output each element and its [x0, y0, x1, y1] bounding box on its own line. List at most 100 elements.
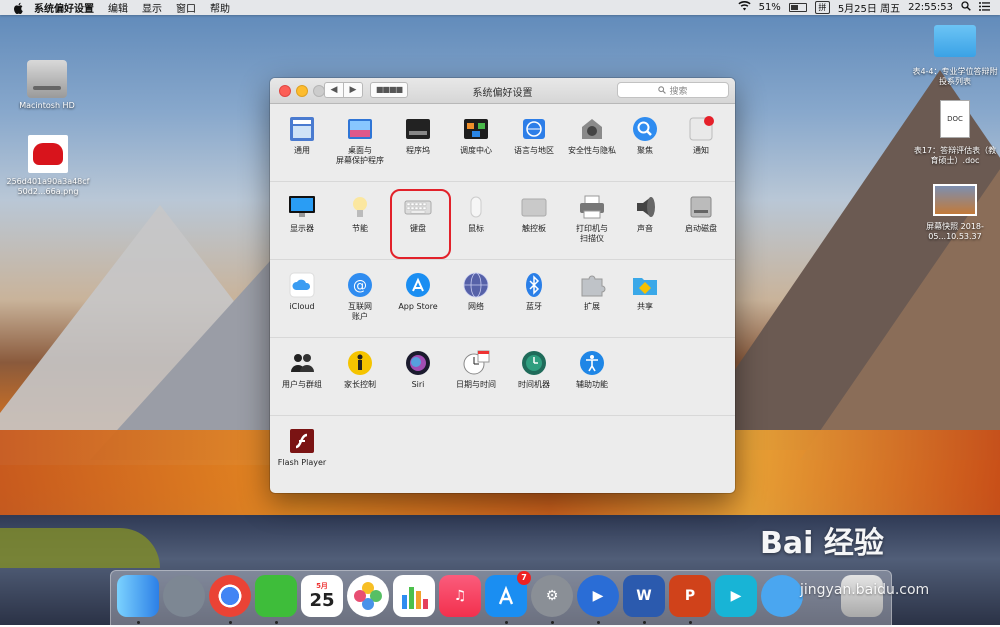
sharing-icon	[631, 271, 659, 299]
dock-finder-icon[interactable]	[117, 575, 159, 617]
pref-flash-player[interactable]: Flash Player	[273, 427, 331, 468]
dock-music-icon[interactable]: ♫	[439, 575, 481, 617]
prefs-row-system: 用户与群组 家长控制 Siri 日期与时间 时间机器 辅助功能	[270, 338, 735, 416]
pref-label: 时间机器	[518, 380, 550, 389]
menu-window[interactable]: 窗口	[176, 0, 196, 15]
pref-accessibility[interactable]: 辅助功能	[563, 349, 621, 390]
pref-app-store[interactable]: App Store	[389, 271, 447, 312]
desktop-item-png-file[interactable]: 256d401a90a3a48cf50d2...66a.png	[5, 135, 91, 197]
pref-network[interactable]: 网络	[447, 271, 505, 312]
pref-startup-disk[interactable]: 启动磁盘	[672, 193, 730, 234]
dock-launchpad-icon[interactable]	[163, 575, 205, 617]
dock-app-store-icon[interactable]: 7	[485, 571, 531, 617]
dock-icon	[404, 115, 432, 143]
pref-label: 通知	[693, 146, 709, 155]
pref-siri[interactable]: Siri	[389, 349, 447, 390]
pref-time-machine[interactable]: 时间机器	[505, 349, 563, 390]
siri-icon	[404, 349, 432, 377]
prefs-row-hardware: 显示器 节能 键盘 鼠标 触控板 打印机与 扫描仪 声音 启动磁盘	[270, 182, 735, 260]
pref-bluetooth[interactable]: 蓝牙	[505, 271, 563, 312]
pref-desktop-screensaver[interactable]: 桌面与 屏幕保护程序	[331, 115, 389, 166]
input-method-icon[interactable]: 拼	[814, 1, 830, 14]
general-icon	[288, 115, 316, 143]
pref-label: Flash Player	[277, 458, 327, 467]
doc-file-icon: DOC	[940, 100, 970, 138]
dock-wechat-icon[interactable]	[255, 575, 297, 617]
pref-internet-accounts[interactable]: @ 互联网 账户	[331, 271, 389, 322]
pref-extensions[interactable]: 扩展	[563, 271, 621, 312]
pref-printers-scanners[interactable]: 打印机与 扫描仪	[563, 193, 621, 244]
mission-control-icon	[462, 115, 490, 143]
pref-icloud[interactable]: iCloud	[273, 271, 331, 312]
pref-trackpad[interactable]: 触控板	[505, 193, 563, 234]
dock-media-icon[interactable]: ▶	[715, 575, 757, 617]
pref-security-privacy[interactable]: 安全性与隐私	[563, 115, 621, 156]
startup-disk-icon	[687, 193, 715, 221]
dock-browser-icon[interactable]	[761, 575, 803, 617]
pref-mission-control[interactable]: 调度中心	[447, 115, 505, 156]
folder-icon	[934, 25, 976, 57]
system-preferences-window: ◀ ▶ ■■■■ 系统偏好设置 搜索 通用 桌面与 屏幕保护程序 程序坞 调度中…	[270, 78, 735, 493]
search-field[interactable]: 搜索	[617, 82, 729, 98]
dock-video-player-icon[interactable]: ▶	[577, 575, 619, 617]
desktop-item-folder[interactable]: 表4-4：专业学位答辩附投系列表	[912, 25, 998, 87]
menu-view[interactable]: 显示	[142, 0, 162, 15]
menubar-time[interactable]: 22:55:53	[908, 2, 953, 13]
dock-calendar-icon[interactable]: 5月 25	[301, 575, 343, 617]
wifi-icon[interactable]	[737, 1, 751, 14]
printers-scanners-icon	[578, 193, 606, 221]
pref-label: 程序坞	[406, 146, 430, 155]
apple-menu-icon[interactable]	[13, 2, 25, 14]
pref-general[interactable]: 通用	[273, 115, 331, 156]
pref-dock[interactable]: 程序坞	[389, 115, 447, 156]
pref-date-time[interactable]: 日期与时间	[447, 349, 505, 390]
menu-help[interactable]: 帮助	[210, 0, 230, 15]
desktop-item-screenshot[interactable]: 屏幕快照 2018-05...10.53.37	[912, 184, 998, 242]
window-titlebar[interactable]: ◀ ▶ ■■■■ 系统偏好设置 搜索	[270, 78, 735, 104]
spotlight-menu-icon[interactable]	[961, 1, 971, 14]
menu-app-name[interactable]: 系统偏好设置	[34, 0, 94, 15]
desktop-item-doc-file[interactable]: DOC 表17：答辩评估表（教育硕士）.doc	[912, 100, 998, 166]
pref-notifications[interactable]: 通知	[672, 115, 730, 156]
sound-icon	[631, 193, 659, 221]
dock-numbers-icon[interactable]	[393, 575, 435, 617]
pref-sound[interactable]: 声音	[616, 193, 674, 234]
calendar-day: 25	[309, 589, 335, 611]
pref-users-groups[interactable]: 用户与群组	[273, 349, 331, 390]
dock-chrome-icon[interactable]	[209, 575, 251, 617]
battery-icon[interactable]	[788, 3, 807, 12]
search-icon	[658, 86, 667, 94]
pref-label: 互联网 账户	[348, 302, 372, 321]
menu-edit[interactable]: 编辑	[108, 0, 128, 15]
menubar-date[interactable]: 5月25日 周五	[838, 0, 900, 15]
pref-sharing[interactable]: 共享	[616, 271, 674, 312]
pref-language-region[interactable]: 语言与地区	[505, 115, 563, 156]
svg-text:@: @	[353, 278, 367, 294]
spotlight-icon	[631, 115, 659, 143]
pref-displays[interactable]: 显示器	[273, 193, 331, 234]
pref-mouse[interactable]: 鼠标	[447, 193, 505, 234]
pref-energy-saver[interactable]: 节能	[331, 193, 389, 234]
pref-label: 网络	[468, 302, 484, 311]
dock: 5月 25 ♫ 7 ⚙ ▶ W P ▶	[110, 570, 892, 627]
pref-spotlight[interactable]: 聚焦	[616, 115, 674, 156]
displays-icon	[288, 193, 316, 221]
notification-center-icon[interactable]	[979, 1, 990, 14]
desktop-item-label: 256d401a90a3a48cf50d2...66a.png	[6, 177, 90, 196]
desktop-item-macintosh-hd[interactable]: Macintosh HD	[12, 60, 82, 111]
users-groups-icon	[288, 349, 316, 377]
pref-label: 显示器	[290, 224, 314, 233]
app-store-badge: 7	[517, 571, 531, 585]
dock-photos-icon[interactable]	[347, 575, 389, 617]
dock-powerpoint-icon[interactable]: P	[669, 575, 711, 617]
pref-parental-controls[interactable]: 家长控制	[331, 349, 389, 390]
prefs-row-internet: iCloud @ 互联网 账户 App Store 网络 蓝牙 扩展 共享	[270, 260, 735, 338]
icloud-icon	[288, 271, 316, 299]
dock-system-preferences-icon[interactable]: ⚙	[531, 575, 573, 617]
hard-disk-icon	[27, 60, 67, 98]
keyboard-highlight-ring	[390, 189, 451, 259]
dock-word-icon[interactable]: W	[623, 575, 665, 617]
pref-label: 打印机与 扫描仪	[576, 224, 608, 243]
energy-saver-icon	[346, 193, 374, 221]
pref-label: 语言与地区	[514, 146, 554, 155]
